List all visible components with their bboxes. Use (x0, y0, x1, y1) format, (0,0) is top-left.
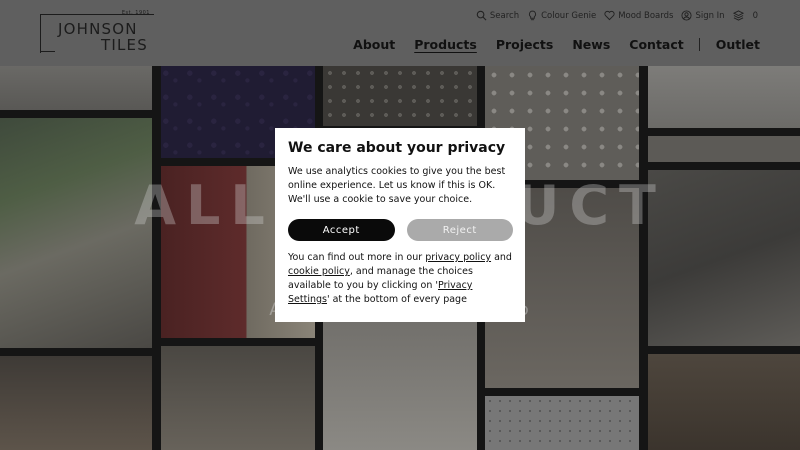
main-nav: About Products Projects News Contact Out… (334, 37, 760, 52)
modal-title: We care about your privacy (288, 140, 506, 156)
and-text: and (491, 252, 512, 263)
modal-actions: Accept Reject (288, 219, 513, 241)
logo-underline (41, 51, 55, 52)
accept-button[interactable]: Accept (288, 219, 395, 241)
mood-boards-label: Mood Boards (618, 10, 674, 21)
basket-count: 0 (752, 10, 758, 21)
nav-outlet[interactable]: Outlet (716, 37, 760, 52)
colour-genie-label: Colour Genie (541, 10, 597, 21)
sign-in-link[interactable]: Sign In (681, 10, 725, 21)
tile-image (0, 356, 152, 450)
site-header: Est. 1901 JOHNSON TILES Search Colour Ge… (0, 0, 800, 66)
nav-news[interactable]: News (572, 37, 610, 52)
modal-more-info: You can find out more in our privacy pol… (288, 251, 513, 307)
logo-frame (39, 15, 41, 53)
cookie-policy-link[interactable]: cookie policy (288, 266, 350, 277)
cookie-consent-modal: We care about your privacy We use analyt… (275, 128, 525, 322)
tile-image (161, 346, 315, 450)
heart-icon (604, 10, 615, 21)
search-link[interactable]: Search (476, 10, 519, 21)
tile-image (485, 396, 639, 450)
tile-image (648, 66, 800, 128)
privacy-policy-link[interactable]: privacy policy (425, 252, 491, 263)
search-label: Search (489, 10, 520, 21)
utility-nav: Search Colour Genie Mood Boards Sign In … (476, 10, 758, 21)
tiles-stack-icon (732, 10, 744, 21)
logo-est: Est. 1901 (121, 10, 150, 16)
johnson-tiles-logo[interactable]: Est. 1901 JOHNSON TILES (39, 10, 154, 54)
tile-image (648, 136, 800, 162)
reject-button[interactable]: Reject (406, 219, 513, 241)
tile-image (323, 66, 477, 126)
tile-image (648, 354, 800, 450)
nav-contact[interactable]: Contact (629, 37, 683, 52)
logo-line-2: TILES (101, 36, 148, 54)
more-prefix: You can find out more in our (288, 252, 426, 263)
lightbulb-icon (529, 10, 537, 21)
sign-in-label: Sign In (695, 10, 725, 21)
nav-about[interactable]: About (353, 37, 395, 52)
more-suffix: ' at the bottom of every page (326, 294, 467, 305)
nav-products[interactable]: Products (414, 37, 477, 52)
nav-divider (698, 38, 700, 51)
modal-intro: We use analytics cookies to give you the… (288, 166, 506, 205)
samples-basket-link[interactable]: 0 (732, 10, 758, 21)
colour-genie-link[interactable]: Colour Genie (527, 10, 596, 21)
tile-image (0, 66, 152, 110)
mood-boards-link[interactable]: Mood Boards (604, 10, 673, 21)
nav-projects[interactable]: Projects (496, 37, 554, 52)
search-icon (476, 10, 487, 21)
user-icon (681, 10, 692, 21)
